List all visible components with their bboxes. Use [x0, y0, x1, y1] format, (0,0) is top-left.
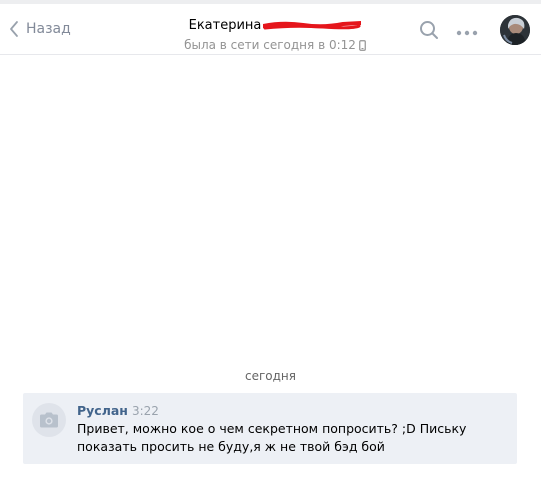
mobile-phone-icon	[359, 40, 366, 51]
peer-avatar[interactable]	[500, 15, 530, 45]
search-button[interactable]	[418, 19, 440, 41]
message-author[interactable]: Руслан	[77, 403, 128, 418]
chevron-left-icon	[10, 21, 18, 37]
chat-header: Назад Екатерина была в сети сегодня в 0:…	[0, 4, 541, 55]
sender-avatar[interactable]	[32, 403, 66, 437]
message-text: Привет, можно кое о чем секретном попрос…	[77, 421, 467, 454]
message-item[interactable]: Руслан 3:22 Привет, можно кое о чем секре…	[23, 393, 517, 464]
peer-name: Екатерина	[188, 18, 262, 33]
more-button[interactable]	[455, 24, 479, 36]
peer-status-text: была в сети сегодня в 0:12	[184, 38, 356, 52]
back-label: Назад	[26, 21, 71, 37]
peer-status: была в сети сегодня в 0:12	[150, 38, 400, 52]
back-button[interactable]: Назад	[8, 18, 71, 40]
day-separator: сегодня	[245, 369, 296, 383]
more-horizontal-icon	[456, 30, 478, 36]
search-icon	[420, 21, 438, 39]
message-time[interactable]: 3:22	[132, 404, 159, 418]
message-header: Руслан 3:22	[77, 403, 159, 419]
redaction-scribble	[263, 20, 362, 29]
peer-avatar-photo	[500, 15, 530, 45]
peer-info[interactable]: Екатерина была в сети сегодня в 0:12	[150, 14, 400, 52]
camera-icon	[40, 412, 58, 428]
